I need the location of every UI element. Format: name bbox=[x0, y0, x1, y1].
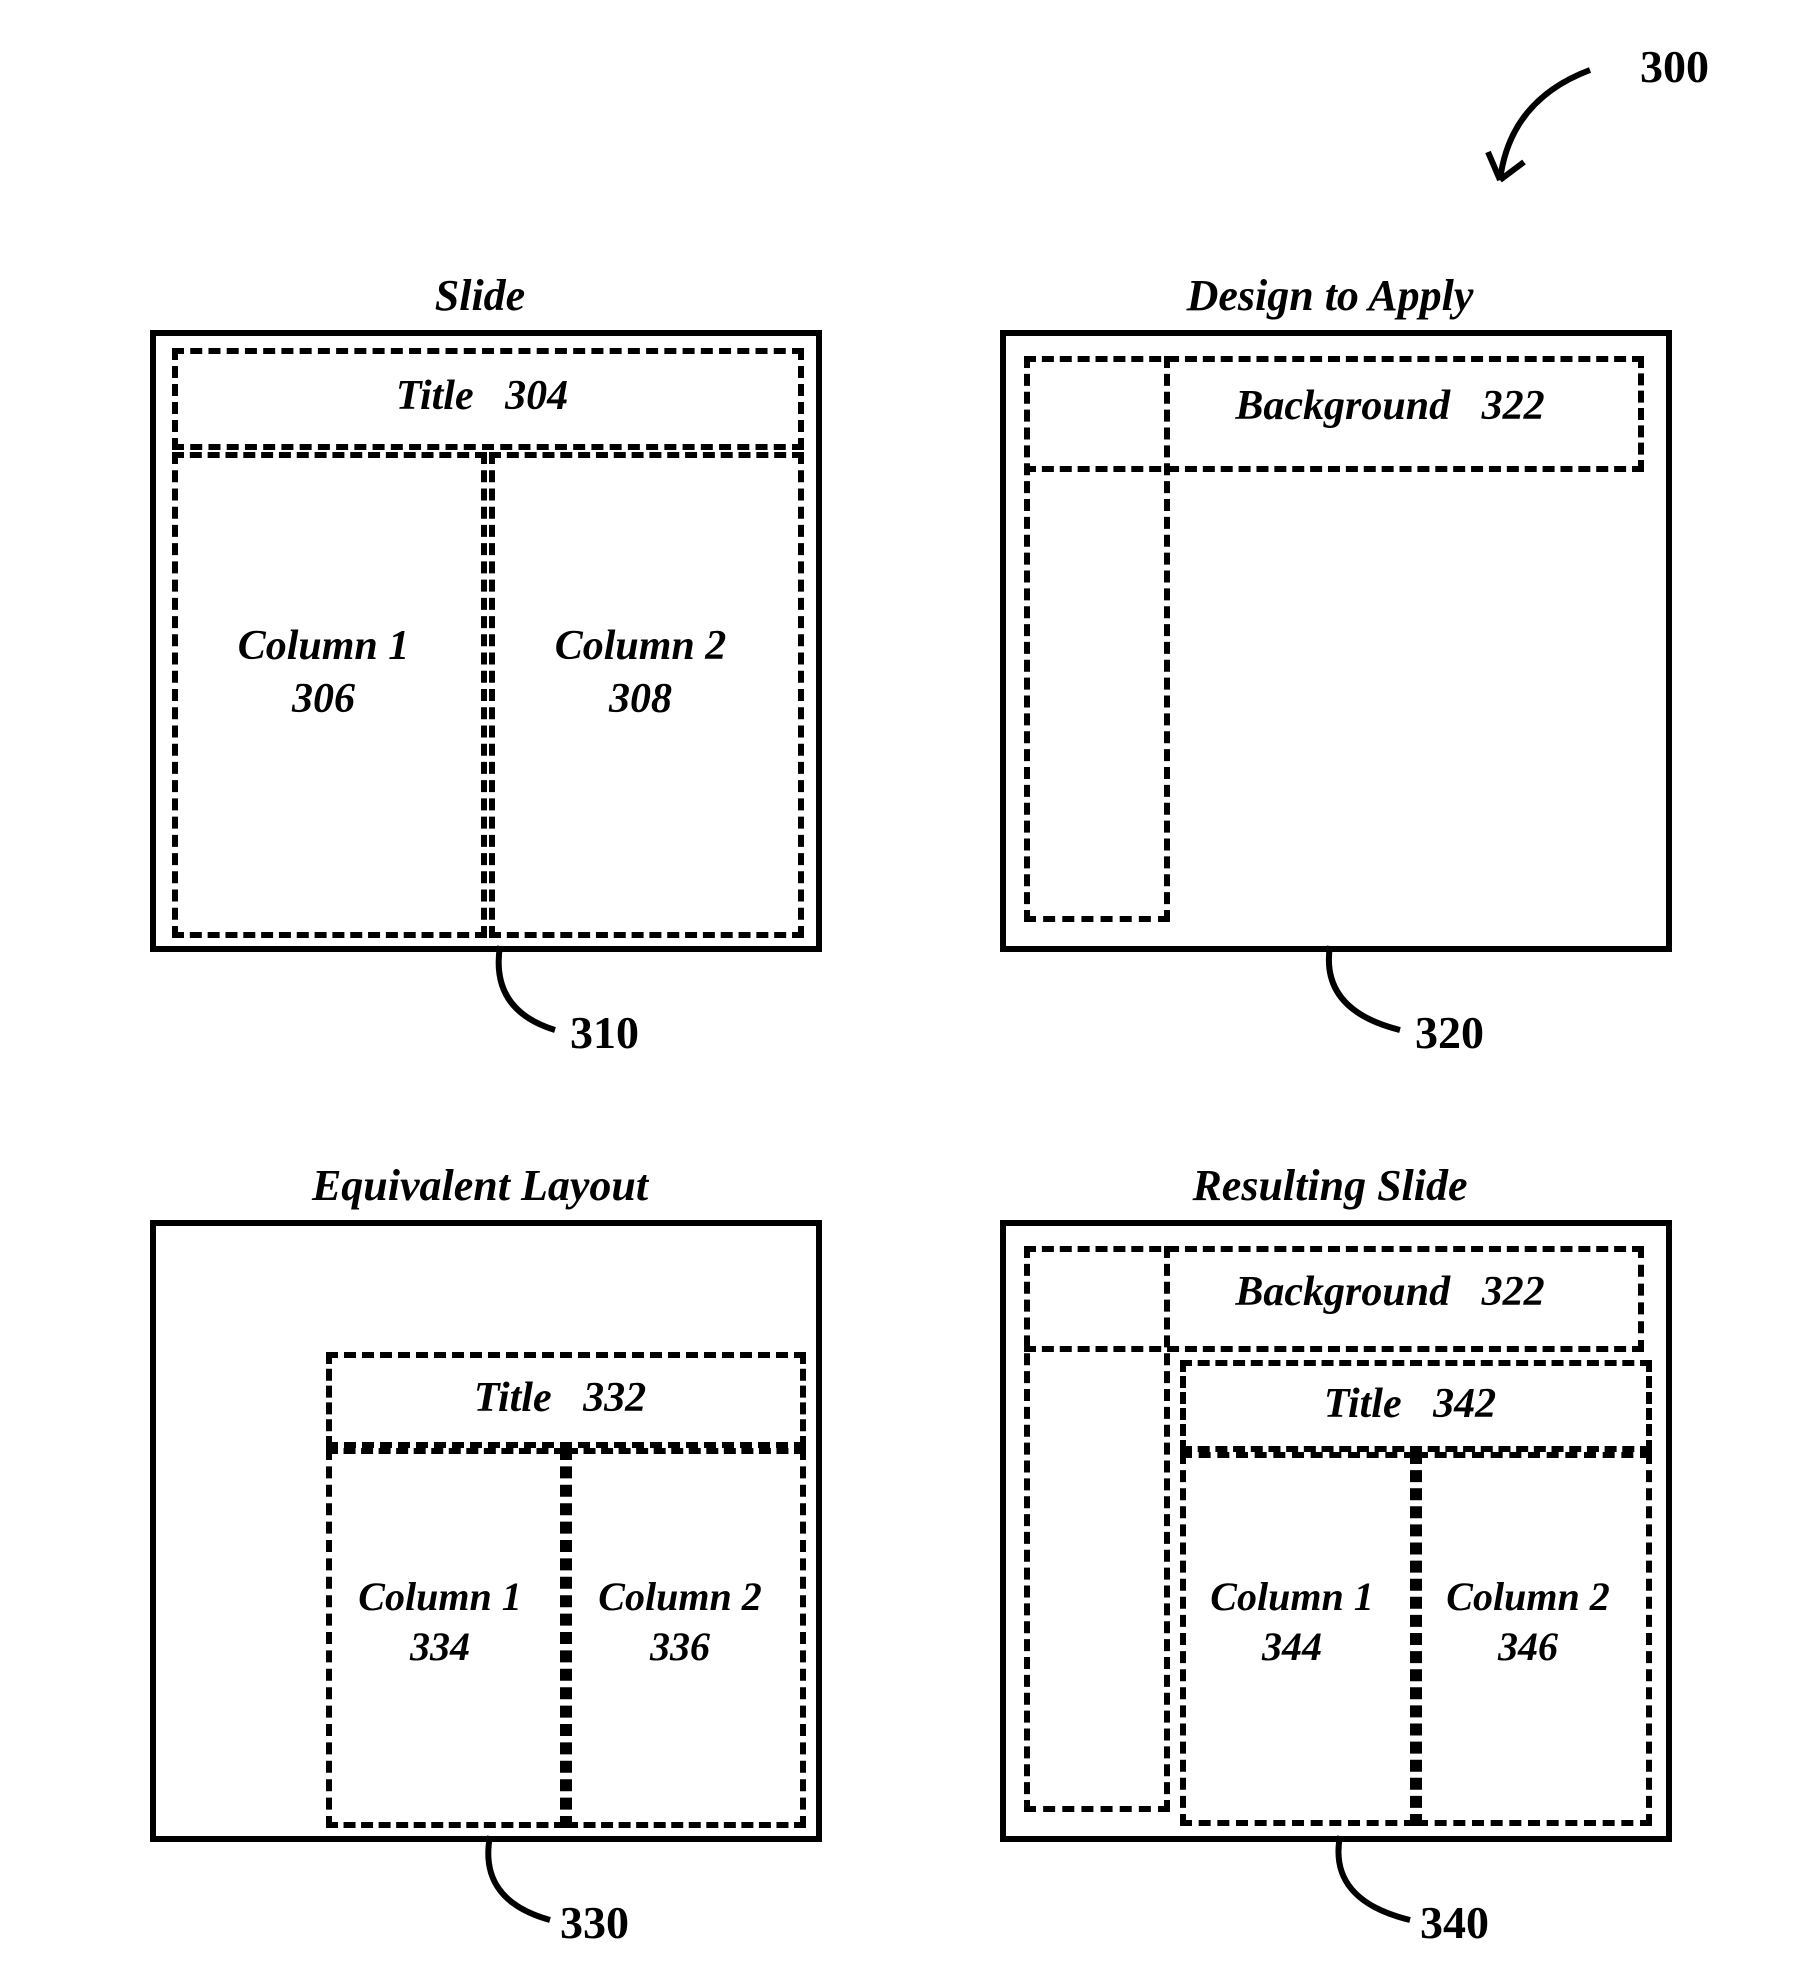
design-ref: 320 bbox=[1415, 1006, 1484, 1059]
design-bg-left-strip bbox=[1024, 356, 1170, 922]
figure-ref: 300 bbox=[1640, 40, 1709, 93]
slide-title-label: Title 304 bbox=[172, 370, 792, 423]
slide-ref: 310 bbox=[570, 1006, 639, 1059]
result-col1-label: Column 1 344 bbox=[1180, 1572, 1404, 1672]
slide-heading: Slide bbox=[150, 270, 810, 321]
slide-col1-label: Column 1 306 bbox=[172, 620, 475, 725]
result-title-label: Title 342 bbox=[1180, 1378, 1640, 1431]
result-col2-label: Column 2 346 bbox=[1416, 1572, 1640, 1672]
design-bg-label: Background 322 bbox=[1140, 380, 1640, 433]
equiv-col2-label: Column 2 336 bbox=[566, 1572, 794, 1672]
result-ref: 340 bbox=[1420, 1896, 1489, 1949]
slide-col2-label: Column 2 308 bbox=[489, 620, 792, 725]
equiv-col1-label: Column 1 334 bbox=[326, 1572, 554, 1672]
diagram-canvas: 300 Slide Title 304 Column 1 306 Column … bbox=[0, 0, 1814, 1972]
result-bg-label: Background 322 bbox=[1140, 1266, 1640, 1319]
equiv-title-label: Title 332 bbox=[326, 1372, 794, 1425]
equiv-ref: 330 bbox=[560, 1896, 629, 1949]
result-bg-left-strip bbox=[1024, 1246, 1170, 1812]
result-heading: Resulting Slide bbox=[1000, 1160, 1660, 1211]
equiv-heading: Equivalent Layout bbox=[150, 1160, 810, 1211]
design-heading: Design to Apply bbox=[1000, 270, 1660, 321]
